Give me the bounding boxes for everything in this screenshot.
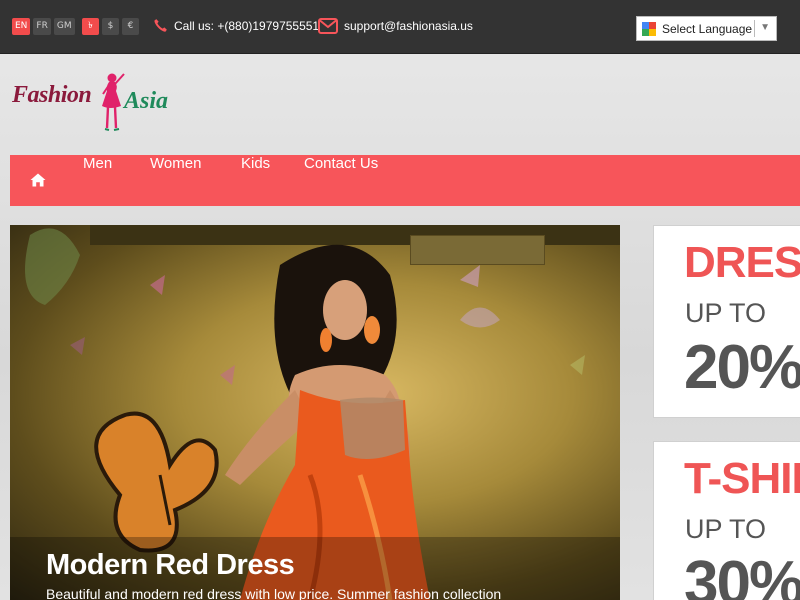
phone-icon [154, 19, 167, 32]
slide-description: Beautiful and modern red dress with low … [46, 586, 502, 600]
lang-en-button[interactable]: EN [12, 18, 31, 35]
currency-bdt-button[interactable]: ৳ [82, 18, 99, 35]
home-icon[interactable] [30, 172, 46, 188]
lang-gm-button[interactable]: GM [53, 18, 75, 35]
site-logo[interactable]: Fashion Asia [12, 68, 182, 138]
envelope-icon [318, 18, 338, 34]
nav-item-women[interactable]: Women [150, 155, 201, 206]
promo-subtitle: UP TO [685, 298, 767, 328]
promo-discount: 30% [684, 549, 800, 600]
hero-slider[interactable]: Modern Red Dress Beautiful and modern re… [10, 225, 620, 600]
promo-title: T-SHIRT [684, 454, 800, 503]
language-select-label: Select Language [662, 21, 753, 36]
promo-discount: 20% [684, 333, 800, 402]
logo-text-fashion: Fashion [12, 82, 92, 108]
email-link[interactable]: support@fashionasia.us [344, 19, 473, 33]
promo-title: DRESS [684, 238, 800, 287]
chevron-down-icon: ▼ [760, 22, 770, 33]
nav-item-kids[interactable]: Kids [241, 155, 270, 206]
contact-email: support@fashionasia.us [318, 18, 473, 34]
promo-banner-tshirt[interactable]: T-SHIRT UP TO 30% [653, 441, 800, 600]
top-bar: EN FR GM ৳ $ € Call us: +(880)1979755551… [0, 0, 800, 54]
currency-eur-button[interactable]: € [122, 18, 139, 35]
language-select[interactable]: Select Language ▼ [636, 16, 777, 41]
currency-usd-button[interactable]: $ [102, 18, 119, 35]
logo-text-asia: Asia [124, 88, 169, 114]
google-translate-icon [642, 21, 656, 36]
currency-switcher: ৳ $ € [82, 18, 139, 35]
lang-fr-button[interactable]: FR [33, 18, 51, 35]
language-switcher: EN FR GM [12, 18, 75, 35]
slide-title: Modern Red Dress [46, 549, 295, 581]
phone-text: Call us: +(880)1979755551 [174, 18, 320, 33]
promo-subtitle: UP TO [685, 514, 767, 544]
promo-banner-dress[interactable]: DRESS UP TO 20% [653, 225, 800, 418]
nav-item-men[interactable]: Men [83, 155, 112, 206]
nav-item-contact-us[interactable]: Contact Us [304, 155, 378, 206]
main-nav: Men Women Kids Contact Us [10, 155, 800, 206]
select-divider [754, 20, 755, 37]
contact-phone: Call us: +(880)1979755551 [153, 18, 319, 33]
